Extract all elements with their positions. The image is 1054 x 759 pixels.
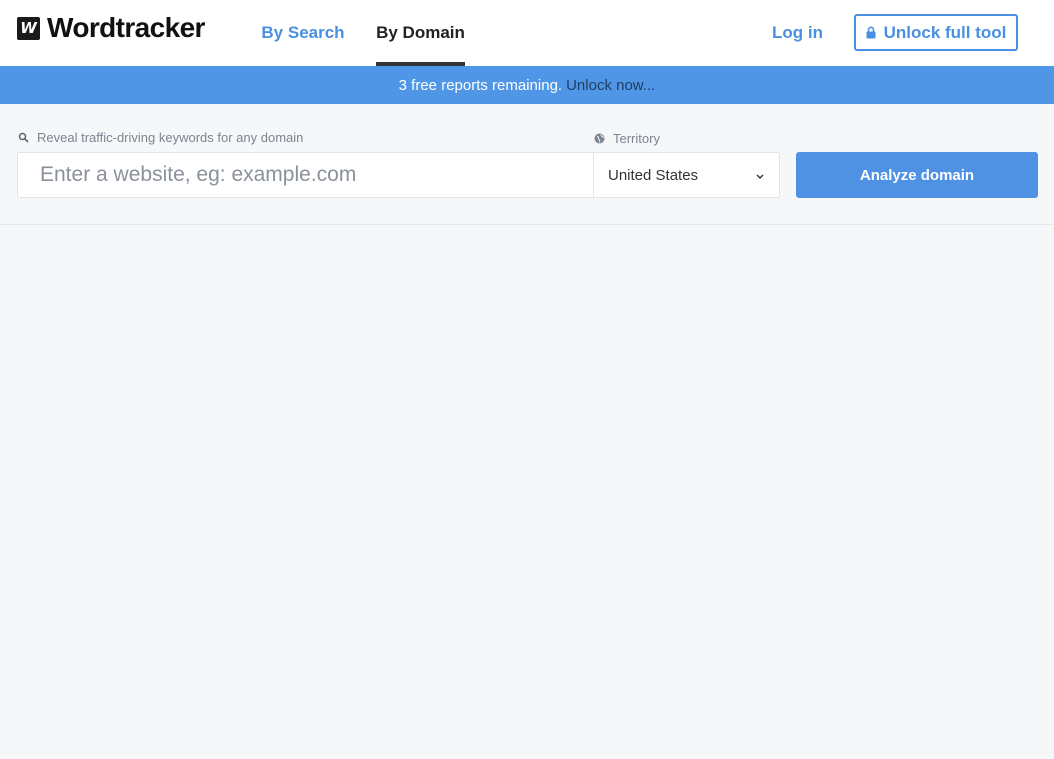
domain-search-panel: Reveal traffic-driving keywords for any … <box>0 104 1054 225</box>
analyze-domain-button[interactable]: Analyze domain <box>796 152 1038 198</box>
tab-by-search[interactable]: By Search <box>261 0 345 66</box>
unlock-full-tool-button[interactable]: Unlock full tool <box>854 14 1018 51</box>
login-link[interactable]: Log in <box>772 0 823 66</box>
search-icon <box>18 132 29 143</box>
unlock-now-link[interactable]: Unlock now... <box>566 77 655 94</box>
logo-mark: W <box>17 16 40 40</box>
territory-select[interactable]: United States <box>593 152 780 198</box>
domain-input[interactable] <box>17 152 594 198</box>
free-reports-banner: 3 free reports remaining. Unlock now... <box>0 66 1054 104</box>
domain-hint-text: Reveal traffic-driving keywords for any … <box>37 130 304 145</box>
territory-label: Territory <box>594 131 660 146</box>
domain-hint-label: Reveal traffic-driving keywords for any … <box>18 130 303 145</box>
globe-icon <box>594 133 605 144</box>
logo-text: Wordtracker <box>47 12 205 43</box>
banner-message: 3 free reports remaining. <box>398 76 563 94</box>
lock-icon <box>866 26 876 39</box>
tab-by-domain[interactable]: By Domain <box>376 0 465 66</box>
territory-selected-value: United States <box>608 166 699 184</box>
territory-label-text: Territory <box>613 131 660 146</box>
top-header: W Wordtracker By Search By Domain Log in… <box>0 0 1054 66</box>
unlock-button-label: Unlock full tool <box>883 22 1007 42</box>
chevron-down-icon <box>756 174 764 179</box>
wordtracker-logo[interactable]: W Wordtracker <box>17 14 205 42</box>
